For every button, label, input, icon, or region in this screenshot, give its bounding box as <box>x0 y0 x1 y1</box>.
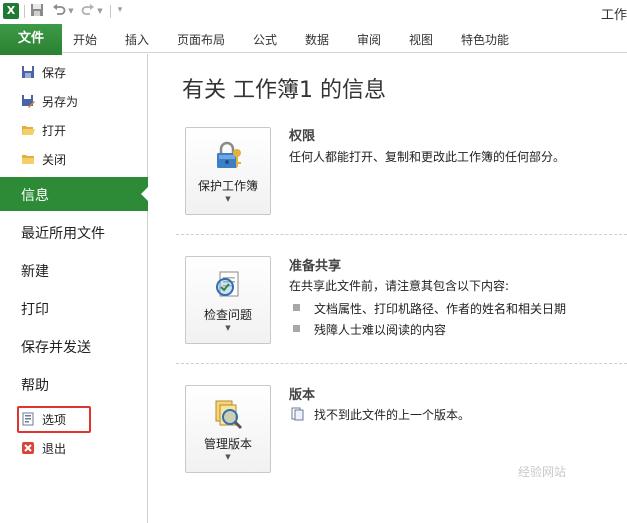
page-title: 有关 工作簿1 的信息 <box>182 78 386 103</box>
excel-backstage-window: X ▼ ▼ ▾ 工作 文件 开始 插入 页面布局 公式 数据 审阅 视图 特色功… <box>0 0 627 523</box>
nav-item-info[interactable]: 信息 <box>0 177 149 211</box>
versions-text: 找不到此文件的上一个版本。 <box>314 408 471 422</box>
list-item: 残障人士难以阅读的内容 <box>293 321 446 338</box>
tab-page-layout[interactable]: 页面布局 <box>177 31 225 48</box>
excel-app-icon[interactable]: X <box>3 3 19 19</box>
chevron-down-icon: ▼ <box>225 324 231 332</box>
backstage-nav: 保存 另存为 打开 关闭 信息 最近所用文件 新建 打印 保存并发送 帮助 选项… <box>0 54 149 523</box>
tab-file[interactable]: 文件 <box>0 24 62 55</box>
nav-item-label: 另存为 <box>42 95 79 109</box>
nav-item-exit[interactable]: 退出 <box>0 436 148 462</box>
tab-view[interactable]: 视图 <box>409 31 433 48</box>
nav-item-label: 退出 <box>42 442 67 456</box>
window-title: 工作 <box>600 8 627 23</box>
info-panel: 有关 工作簿1 的信息 保护工作簿 ▼ 权限 任何人都能打开、复制和更改此工作簿… <box>149 54 627 523</box>
list-item-text: 残障人士难以阅读的内容 <box>314 323 447 337</box>
section-divider <box>176 234 627 235</box>
inspect-document-icon <box>212 269 244 301</box>
versions-row: 找不到此文件的上一个版本。 <box>291 406 470 423</box>
nav-item-label: 帮助 <box>21 378 49 394</box>
nav-item-label: 信息 <box>21 188 49 204</box>
redo-dropdown-icon[interactable]: ▼ <box>96 6 104 16</box>
prepare-heading: 准备共享 <box>289 259 342 274</box>
button-label: 保护工作簿 <box>197 179 258 193</box>
toolbar-divider <box>110 5 111 18</box>
tab-review[interactable]: 审阅 <box>357 31 381 48</box>
chevron-down-icon: ▼ <box>225 195 231 203</box>
nav-item-save-as[interactable]: 另存为 <box>0 89 148 115</box>
nav-item-close[interactable]: 关闭 <box>0 147 148 173</box>
save-as-icon <box>21 94 35 108</box>
nav-item-label: 保存并发送 <box>21 340 91 356</box>
bullet-icon <box>293 304 300 311</box>
nav-item-help[interactable]: 帮助 <box>0 367 148 401</box>
permissions-text: 任何人都能打开、复制和更改此工作簿的任何部分。 <box>289 150 566 164</box>
bullet-icon <box>293 325 300 332</box>
nav-item-open[interactable]: 打开 <box>0 118 148 144</box>
undo-icon[interactable] <box>51 3 67 19</box>
nav-item-recent[interactable]: 最近所用文件 <box>0 215 148 249</box>
nav-item-label: 打开 <box>42 124 67 138</box>
watermark-text: 经验网站 <box>518 465 567 479</box>
tab-formulas[interactable]: 公式 <box>253 31 277 48</box>
tab-insert[interactable]: 插入 <box>125 31 149 48</box>
prepare-text: 在共享此文件前，请注意其包含以下内容: <box>289 279 510 293</box>
list-item: 文档属性、打印机路径、作者的姓名和相关日期 <box>293 300 566 317</box>
permissions-heading: 权限 <box>289 129 316 144</box>
button-label: 检查问题 <box>203 308 252 322</box>
tab-special[interactable]: 特色功能 <box>461 31 509 48</box>
nav-item-label: 关闭 <box>42 153 67 167</box>
list-item-text: 文档属性、打印机路径、作者的姓名和相关日期 <box>314 302 567 316</box>
button-label: 管理版本 <box>203 437 252 451</box>
nav-item-label: 保存 <box>42 66 67 80</box>
close-folder-icon <box>21 152 35 166</box>
tab-data[interactable]: 数据 <box>305 31 329 48</box>
section-divider <box>176 363 627 364</box>
options-highlight-box <box>17 406 91 433</box>
redo-icon[interactable] <box>80 3 96 19</box>
nav-item-save-send[interactable]: 保存并发送 <box>0 329 148 363</box>
nav-item-print[interactable]: 打印 <box>0 291 148 325</box>
undo-dropdown-icon[interactable]: ▼ <box>67 6 75 16</box>
protect-workbook-button[interactable]: 保护工作簿 ▼ <box>185 127 271 215</box>
nav-item-label: 打印 <box>21 302 49 318</box>
tab-home[interactable]: 开始 <box>73 31 97 48</box>
check-issues-button[interactable]: 检查问题 ▼ <box>185 256 271 344</box>
exit-icon <box>21 441 35 455</box>
save-icon[interactable] <box>29 3 45 19</box>
quick-access-toolbar: X ▼ ▼ ▾ 工作 <box>0 0 627 24</box>
document-version-icon <box>291 407 304 421</box>
toolbar-divider <box>24 5 25 18</box>
nav-item-label: 最近所用文件 <box>21 226 105 242</box>
manage-versions-button[interactable]: 管理版本 ▼ <box>185 385 271 473</box>
customize-icon[interactable]: ▾ <box>116 5 124 15</box>
save-icon <box>21 65 35 79</box>
versions-icon <box>212 398 244 430</box>
nav-item-new[interactable]: 新建 <box>0 253 148 287</box>
ribbon-tab-bar: 文件 开始 插入 页面布局 公式 数据 审阅 视图 特色功能 <box>0 24 627 55</box>
nav-item-label: 新建 <box>21 264 49 280</box>
versions-heading: 版本 <box>289 388 316 403</box>
chevron-down-icon: ▼ <box>225 453 231 461</box>
lock-key-icon <box>212 140 244 172</box>
open-folder-icon <box>21 123 35 137</box>
nav-item-save[interactable]: 保存 <box>0 60 148 86</box>
